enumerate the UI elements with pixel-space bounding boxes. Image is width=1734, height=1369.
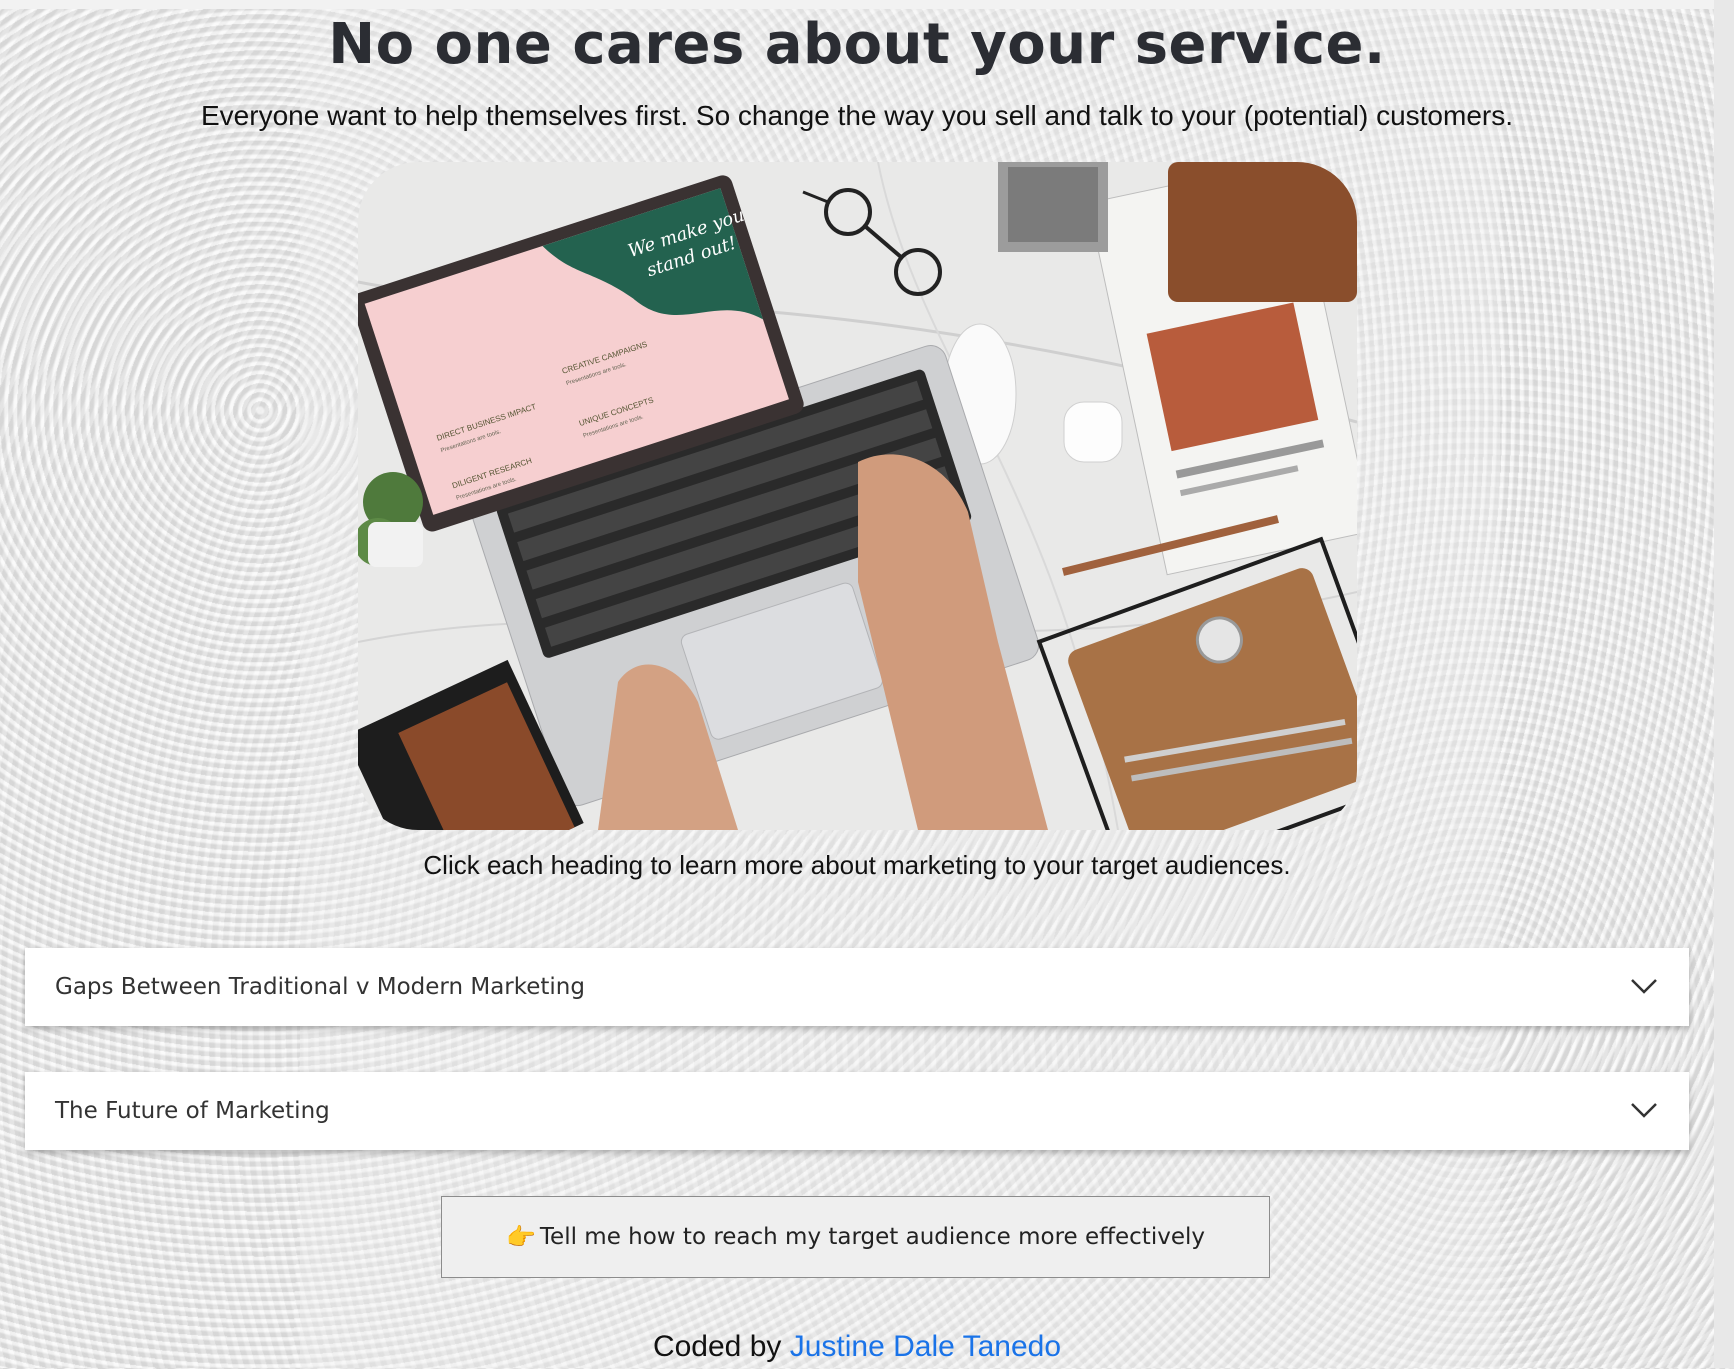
author-link[interactable]: Justine Dale Tanedo — [790, 1330, 1061, 1363]
hero-image: We make you stand out! CREATIVE CAMPAIGN… — [358, 162, 1357, 830]
window-top-edge — [0, 0, 1734, 9]
page-title: No one cares about your service. — [328, 12, 1386, 77]
chevron-down-icon[interactable] — [1629, 975, 1659, 997]
accordion-gaps-traditional-modern[interactable]: Gaps Between Traditional v Modern Market… — [25, 948, 1689, 1026]
page-subtitle: Everyone want to help themselves first. … — [201, 100, 1513, 131]
accordion-instructions: Click each heading to learn more about m… — [423, 850, 1291, 880]
footer-credit: Coded by Justine Dale Tanedo — [0, 1330, 1714, 1364]
reach-target-audience-button[interactable]: 👉 Tell me how to reach my target audienc… — [441, 1196, 1270, 1278]
pointing-hand-icon: 👉 — [506, 1223, 536, 1251]
cta-label: Tell me how to reach my target audience … — [539, 1224, 1205, 1250]
accordion-label: Gaps Between Traditional v Modern Market… — [55, 974, 585, 1000]
accordion-future-of-marketing[interactable]: The Future of Marketing — [25, 1072, 1689, 1150]
window-right-edge — [1714, 0, 1734, 1368]
credit-prefix: Coded by — [652, 1330, 790, 1363]
chevron-down-icon[interactable] — [1629, 1099, 1659, 1121]
accordion-label: The Future of Marketing — [55, 1098, 330, 1124]
